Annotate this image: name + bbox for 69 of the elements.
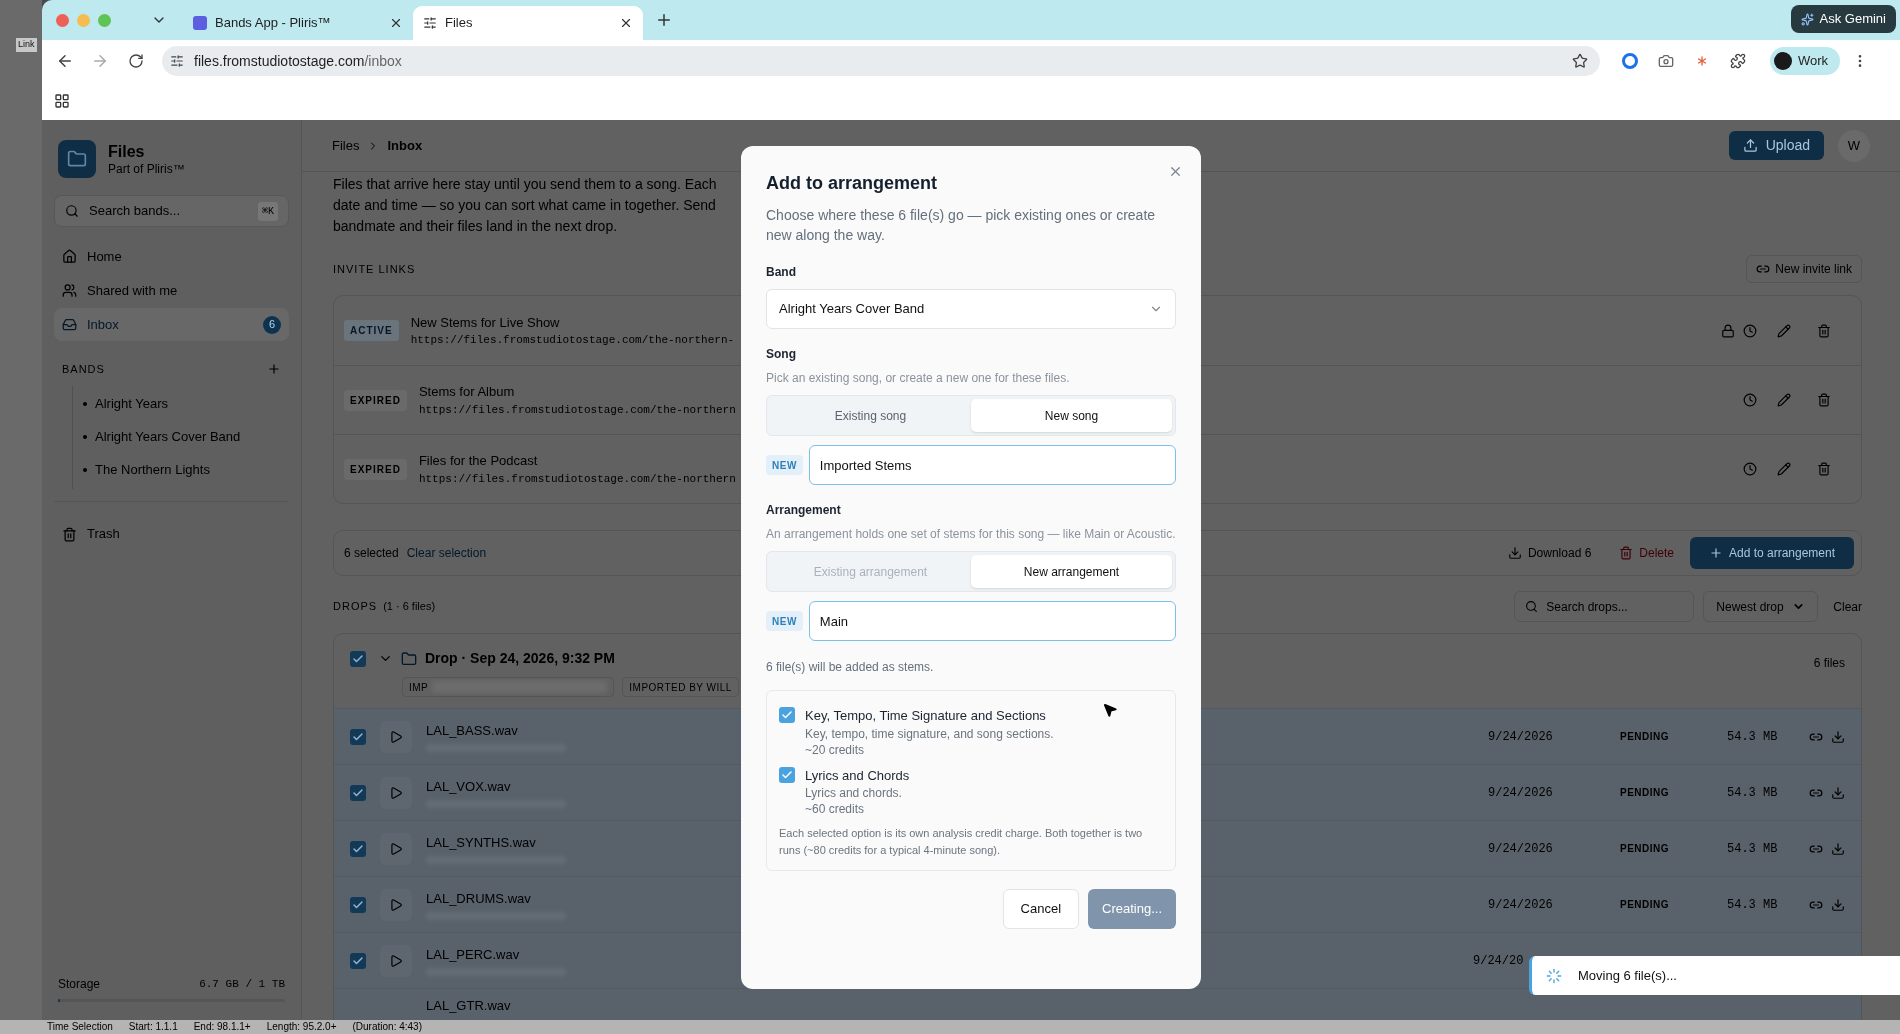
file-status: PENDING	[1620, 786, 1671, 800]
file-status: PENDING	[1620, 842, 1671, 856]
file-name: LAL_DRUMS.wav	[426, 889, 532, 908]
file-date: 9/24/20	[1473, 952, 1525, 970]
field-hint: Pick an existing song, or create a new one for these files.	[766, 370, 1071, 387]
status-item: End: 98.1.1+	[193, 1021, 251, 1033]
status-item: Time Selection	[47, 1021, 113, 1033]
dialog-description: Choose where these 6 file(s) go — pick existing ones or create new along the way.	[766, 206, 1157, 245]
field-label: Band	[766, 264, 797, 281]
app-subtitle: Part of Pliris™	[108, 161, 185, 177]
drops-count: (1 · 6 files)	[383, 599, 436, 615]
file-size: 54.3 MB	[1727, 896, 1779, 914]
shortcut-key: ⌘K	[257, 201, 278, 221]
option-title: Key, Tempo, Time Signature and Sections	[805, 707, 1047, 725]
invite-title: Files for the Podcast	[418, 452, 539, 470]
file-status: PENDING	[1620, 898, 1671, 912]
drop-tag: IMP	[402, 677, 615, 697]
file-name: LAL_PERC.wav	[426, 945, 521, 964]
option-description: Key, tempo, time signature, and song sections.	[805, 725, 1054, 742]
intro-text: Files that arrive here stay until you send them to a song. Each	[333, 175, 717, 194]
invite-title: New Stems for Live Show	[410, 313, 561, 332]
field-hint: An arrangement holds one set of stems for this song — like Main or Acoustic.	[766, 526, 1176, 543]
toast-message: Moving 6 file(s)...	[1578, 966, 1677, 985]
status-badge: EXPIRED	[344, 458, 407, 480]
file-status: PENDING	[1620, 730, 1671, 744]
file-size: 54.3 MB	[1727, 840, 1779, 858]
app-name: Files	[108, 141, 146, 162]
section-heading: INVITE LINKS	[333, 261, 416, 277]
section-heading: DROPS	[333, 599, 378, 615]
status-item: (Duration: 4:43)	[352, 1021, 422, 1033]
file-size: 54.3 MB	[1727, 784, 1779, 802]
count-badge: 6	[263, 315, 281, 334]
section-heading: BANDS	[62, 362, 105, 377]
tab-title: Bands App - Pliris™	[215, 14, 332, 33]
file-date: 9/24/2026	[1488, 840, 1554, 858]
file-date: 9/24/2026	[1488, 728, 1554, 746]
intro-text: date and time — so you can sort what came in together. Send	[333, 196, 716, 215]
file-name: LAL_VOX.wav	[426, 777, 512, 796]
field-label: Arrangement	[766, 502, 842, 519]
drop-title: Drop · Sep 24, 2026, 9:32 PM	[425, 649, 615, 668]
option-credits: ~60 credits	[805, 801, 866, 817]
drop-tag: IMPORTED BY WILL	[622, 677, 739, 697]
file-name: LAL_BASS.wav	[426, 721, 519, 740]
file-date: 9/24/2026	[1488, 896, 1554, 914]
status-item: Length: 95.2.0+	[266, 1021, 337, 1033]
file-count: 6 files	[1813, 655, 1845, 672]
file-name: LAL_GTR.wav	[426, 997, 511, 1015]
file-name: LAL_SYNTHS.wav	[426, 833, 537, 852]
option-title: Lyrics and Chords	[805, 766, 910, 785]
summary-text: 6 file(s) will be added as stems.	[766, 659, 935, 676]
panel-label: Link	[16, 38, 37, 52]
status-badge: EXPIRED	[344, 389, 407, 411]
new-badge: NEW	[766, 455, 803, 475]
invite-title: Stems for Album	[418, 383, 516, 401]
storage-label: Storage	[58, 976, 101, 993]
dialog-title: Add to arrangement	[766, 172, 939, 195]
option-description: Lyrics and chords.	[805, 785, 903, 801]
credits-note: Each selected option is its own analysis credit charge. Both together is two runs (~80 credits for a typical 4-minute song).	[779, 826, 1144, 858]
storage-value: 6.7 GB / 1 TB	[199, 976, 285, 992]
selected-count: 6 selected	[344, 545, 399, 562]
field-label: Song	[766, 346, 797, 363]
new-badge: NEW	[766, 611, 803, 631]
status-badge: ACTIVE	[344, 320, 399, 341]
file-date: 9/24/2026	[1488, 784, 1554, 802]
intro-text: bandmate and their files land in the next drop.	[333, 217, 618, 236]
option-credits: ~20 credits	[805, 741, 866, 758]
file-size: 54.3 MB	[1727, 728, 1779, 746]
status-item: Start: 1.1.1	[128, 1021, 178, 1033]
tab-title: Files	[445, 14, 474, 33]
